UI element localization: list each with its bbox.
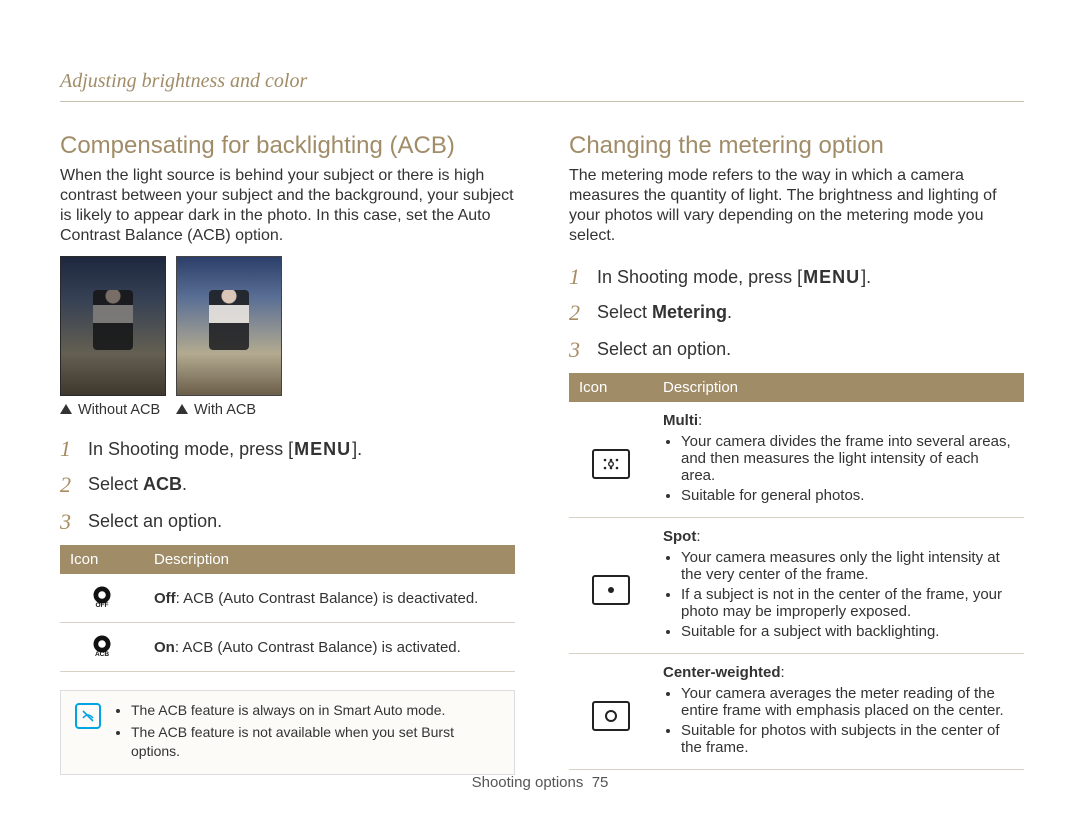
desc-cell: Spot: Your camera measures only the ligh… [653, 518, 1024, 654]
bullet-item: Suitable for general photos. [681, 487, 1014, 504]
step: 3 Select an option. [569, 337, 1024, 363]
menu-label: MENU [802, 264, 861, 290]
step: 3 Select an option. [60, 509, 515, 535]
table-header-icon: Icon [60, 545, 144, 574]
icon-cell: OFF [60, 574, 144, 623]
desc-cell: Off: ACB (Auto Contrast Balance) is deac… [144, 574, 515, 623]
bullet-item: Suitable for a subject with backlighting… [681, 623, 1014, 640]
metering-multi-icon [592, 449, 630, 479]
acb-options-table: Icon Description OFF Off: ACB (Auto Cont… [60, 545, 515, 672]
bullet-list: Your camera divides the frame into sever… [663, 433, 1014, 504]
note-box: The ACB feature is always on in Smart Au… [60, 690, 515, 775]
left-section-title: Compensating for backlighting (ACB) [60, 132, 515, 160]
photo-placeholder [176, 256, 282, 396]
photo-placeholder [60, 256, 166, 396]
step-number: 2 [569, 300, 585, 326]
table-row: ACB On: ACB (Auto Contrast Balance) is a… [60, 623, 515, 672]
caption-label: Without ACB [78, 402, 160, 418]
bullet-list: Your camera averages the meter reading o… [663, 685, 1014, 756]
desc-cell: Center-weighted: Your camera averages th… [653, 654, 1024, 770]
metering-center-weighted-icon [592, 701, 630, 731]
step-number: 3 [60, 509, 76, 535]
step: 1 In Shooting mode, press [MENU]. [60, 436, 515, 462]
step-number: 1 [60, 436, 76, 462]
bullet-item: Your camera divides the frame into sever… [681, 433, 1014, 484]
right-intro-paragraph: The metering mode refers to the way in w… [569, 166, 1024, 246]
footer-page-number: 75 [592, 774, 609, 791]
table-row: Spot: Your camera measures only the ligh… [569, 518, 1024, 654]
note-icon [75, 703, 101, 729]
right-column: Changing the metering option The meterin… [569, 132, 1024, 775]
step-number: 1 [569, 264, 585, 290]
bullet-item: Your camera measures only the light inte… [681, 549, 1014, 583]
icon-cell: ACB [60, 623, 144, 672]
icon-cell [569, 654, 653, 770]
caption-with-acb: With ACB [176, 402, 280, 418]
bullet-item: Suitable for photos with subjects in the… [681, 722, 1014, 756]
svg-text:OFF: OFF [96, 602, 109, 608]
note-list: The ACB feature is always on in Smart Au… [113, 701, 500, 764]
step-text: Select an option. [88, 509, 222, 533]
thumb-with-acb: With ACB [176, 256, 280, 418]
step-text: Select an option. [597, 337, 731, 361]
step-text: In Shooting mode, press [MENU]. [88, 436, 362, 462]
acb-on-icon: ACB [87, 633, 117, 659]
acb-off-icon: OFF [87, 584, 117, 610]
circle-icon [605, 710, 617, 722]
table-row: Center-weighted: Your camera averages th… [569, 654, 1024, 770]
breadcrumb: Adjusting brightness and color [60, 70, 1024, 102]
example-images: Without ACB With ACB [60, 256, 515, 418]
right-section-title: Changing the metering option [569, 132, 1024, 160]
icon-cell [569, 518, 653, 654]
table-header-description: Description [144, 545, 515, 574]
step-text: In Shooting mode, press [MENU]. [597, 264, 871, 290]
table-header-description: Description [653, 373, 1024, 402]
caption-without-acb: Without ACB [60, 402, 164, 418]
page-footer: Shooting options 75 [0, 774, 1080, 791]
menu-label: MENU [293, 436, 352, 462]
right-steps: 1 In Shooting mode, press [MENU]. 2 Sele… [569, 264, 1024, 363]
step: 2 Select ACB. [60, 472, 515, 498]
note-item: The ACB feature is not available when yo… [131, 723, 500, 761]
step-number: 3 [569, 337, 585, 363]
step-number: 2 [60, 472, 76, 498]
triangle-icon [176, 404, 188, 414]
note-item: The ACB feature is always on in Smart Au… [131, 701, 500, 720]
bullet-item: Your camera averages the meter reading o… [681, 685, 1014, 719]
metering-options-table: Icon Description Multi: [569, 373, 1024, 770]
bullet-list: Your camera measures only the light inte… [663, 549, 1014, 640]
table-row: Multi: Your camera divides the frame int… [569, 402, 1024, 518]
left-intro-paragraph: When the light source is behind your sub… [60, 166, 515, 246]
svg-text:ACB: ACB [95, 651, 109, 657]
bullet-item: If a subject is not in the center of the… [681, 586, 1014, 620]
table-header-icon: Icon [569, 373, 653, 402]
manual-page: Adjusting brightness and color Compensat… [0, 0, 1080, 815]
step: 2 Select Metering. [569, 300, 1024, 326]
footer-section: Shooting options [472, 774, 584, 791]
icon-cell [569, 402, 653, 518]
desc-cell: On: ACB (Auto Contrast Balance) is activ… [144, 623, 515, 672]
two-column-layout: Compensating for backlighting (ACB) When… [60, 132, 1024, 775]
left-column: Compensating for backlighting (ACB) When… [60, 132, 515, 775]
thumb-without-acb: Without ACB [60, 256, 164, 418]
dot-icon [608, 587, 614, 593]
caption-label: With ACB [194, 402, 256, 418]
metering-spot-icon [592, 575, 630, 605]
step-text: Select ACB. [88, 472, 187, 496]
step-text: Select Metering. [597, 300, 732, 324]
left-steps: 1 In Shooting mode, press [MENU]. 2 Sele… [60, 436, 515, 535]
table-row: OFF Off: ACB (Auto Contrast Balance) is … [60, 574, 515, 623]
triangle-icon [60, 404, 72, 414]
desc-cell: Multi: Your camera divides the frame int… [653, 402, 1024, 518]
step: 1 In Shooting mode, press [MENU]. [569, 264, 1024, 290]
